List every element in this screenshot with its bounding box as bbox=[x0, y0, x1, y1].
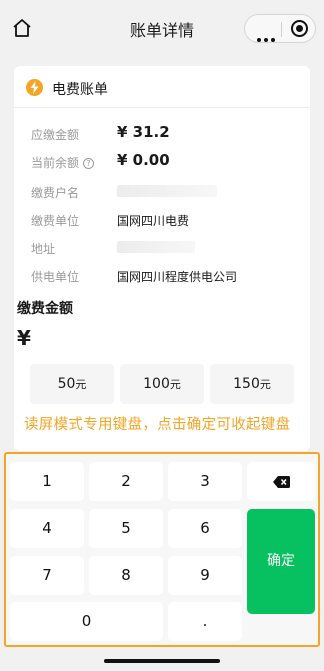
quick-amount-unit: 元 bbox=[169, 378, 181, 391]
balance-label: 当前余额 bbox=[31, 156, 80, 170]
balance-value: ¥ 0.00 bbox=[117, 151, 170, 169]
account-label: 缴费户名 bbox=[31, 186, 80, 200]
key-3[interactable]: 3 bbox=[168, 462, 242, 501]
help-icon[interactable]: ? bbox=[83, 158, 95, 169]
quick-amount-value: 150 bbox=[233, 376, 260, 392]
amount-label: 缴费金额 bbox=[17, 301, 73, 317]
numeric-keyboard: 1 2 3 4 5 6 7 8 9 确定 0 . bbox=[4, 452, 320, 647]
supplier-label: 供电单位 bbox=[31, 270, 80, 284]
confirm-button[interactable]: 确定 bbox=[247, 509, 315, 614]
key-5[interactable]: 5 bbox=[89, 509, 163, 548]
unit-label: 缴费单位 bbox=[31, 214, 80, 228]
home-indicator bbox=[104, 659, 220, 663]
address-label: 地址 bbox=[31, 242, 56, 256]
account-name-masked bbox=[117, 185, 217, 197]
backspace-icon bbox=[272, 475, 290, 488]
key-1[interactable]: 1 bbox=[10, 462, 84, 501]
quick-amount-150[interactable]: 150元 bbox=[210, 364, 294, 404]
close-target-icon[interactable] bbox=[291, 20, 308, 37]
bill-title: 电费账单 bbox=[52, 82, 108, 98]
quick-amount-50[interactable]: 50元 bbox=[30, 364, 114, 404]
more-icon[interactable] bbox=[257, 27, 278, 46]
quick-amount-unit: 元 bbox=[75, 378, 87, 391]
quick-amount-unit: 元 bbox=[259, 378, 271, 391]
quick-amount-100[interactable]: 100元 bbox=[120, 364, 204, 404]
capsule-divider bbox=[281, 22, 282, 37]
quick-amount-value: 100 bbox=[143, 376, 170, 392]
bill-card-header: 电费账单 bbox=[14, 66, 310, 108]
key-2[interactable]: 2 bbox=[89, 462, 163, 501]
balance-label-row: 当前余额? bbox=[31, 154, 95, 171]
key-4[interactable]: 4 bbox=[10, 509, 84, 548]
address-masked bbox=[117, 241, 195, 253]
unit-value: 国网四川电费 bbox=[117, 214, 190, 228]
key-9[interactable]: 9 bbox=[168, 556, 242, 595]
payable-label: 应缴金额 bbox=[31, 128, 80, 142]
quick-amount-value: 50 bbox=[57, 376, 76, 392]
nav-bar: 账单详情 bbox=[0, 0, 324, 56]
key-6[interactable]: 6 bbox=[168, 509, 242, 548]
key-0[interactable]: 0 bbox=[10, 602, 163, 641]
delete-key[interactable] bbox=[247, 462, 315, 501]
key-8[interactable]: 8 bbox=[89, 556, 163, 595]
key-dot[interactable]: . bbox=[168, 602, 242, 641]
keyboard-notice: 读屏模式专用键盘，点击确定可收起键盘 bbox=[24, 417, 291, 433]
key-7[interactable]: 7 bbox=[10, 556, 84, 595]
lightning-icon bbox=[26, 79, 43, 96]
supplier-value: 国网四川程度供电公司 bbox=[117, 270, 238, 284]
mini-program-capsule bbox=[244, 14, 316, 43]
payable-value: ¥ 31.2 bbox=[117, 123, 170, 141]
amount-input[interactable]: ¥ bbox=[17, 326, 31, 350]
